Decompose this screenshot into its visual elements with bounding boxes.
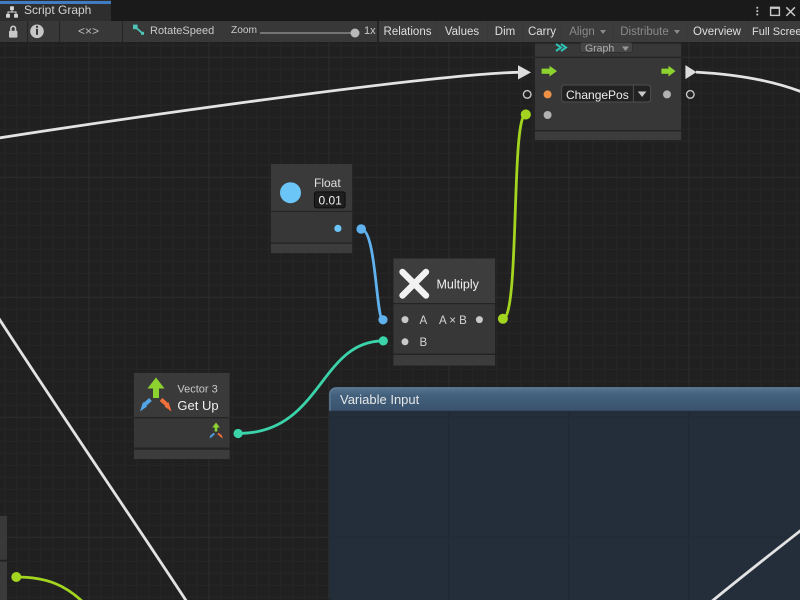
svg-text:A: A xyxy=(420,315,428,327)
svg-text:Float: Float xyxy=(314,176,341,190)
svg-text:Get Up: Get Up xyxy=(177,398,218,413)
svg-text:Vector 3: Vector 3 xyxy=(177,384,217,396)
svg-text:B: B xyxy=(420,337,428,349)
svg-text:Variable Input: Variable Input xyxy=(340,392,420,407)
svg-text:0.01: 0.01 xyxy=(319,194,343,208)
svg-text:Multiply: Multiply xyxy=(437,278,480,292)
svg-text:A × B: A × B xyxy=(439,315,467,327)
svg-text:ChangePos: ChangePos xyxy=(566,88,629,102)
svg-text:Graph: Graph xyxy=(585,43,614,55)
